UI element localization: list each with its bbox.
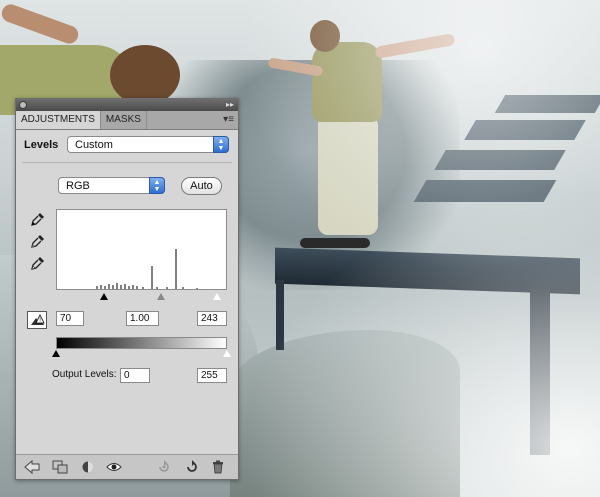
white-point-eyedropper-icon[interactable] [30, 255, 46, 271]
previous-state-icon[interactable] [156, 459, 172, 475]
tab-adjustments[interactable]: ADJUSTMENTS [16, 111, 101, 129]
select-arrows-icon: ▲ ▼ [213, 136, 229, 153]
panel-menu-icon[interactable]: ▾≡ [223, 114, 234, 125]
channel-select[interactable]: RGB ▲ ▼ [58, 177, 165, 194]
preset-value: Custom [75, 139, 113, 151]
clip-to-layer-icon[interactable] [52, 459, 68, 475]
eye-icon[interactable] [106, 459, 122, 475]
input-levels-slider[interactable] [56, 292, 227, 302]
clipping-warning-icon[interactable]: ! [27, 311, 47, 329]
panel-titlebar[interactable]: ▸▸ [16, 99, 238, 111]
back-arrow-icon[interactable] [24, 459, 40, 475]
channel-value: RGB [66, 180, 90, 192]
output-white-field[interactable]: 255 [197, 368, 227, 383]
levels-label: Levels [24, 139, 59, 151]
close-icon[interactable] [19, 101, 27, 109]
gray-point-eyedropper-icon[interactable] [30, 233, 46, 249]
black-output-handle[interactable] [52, 350, 60, 357]
white-output-handle[interactable] [222, 349, 232, 358]
tab-masks[interactable]: MASKS [101, 111, 147, 129]
panel-tabs: ADJUSTMENTS MASKS ▾≡ [16, 111, 238, 130]
input-black-field[interactable]: 70 [56, 311, 84, 326]
output-gradient [56, 337, 227, 349]
black-input-handle[interactable] [100, 293, 108, 300]
output-levels-label: Output Levels: [52, 369, 117, 380]
black-point-eyedropper-icon[interactable] [30, 211, 46, 227]
output-levels-slider[interactable] [52, 349, 232, 359]
collapse-icon[interactable]: ▸▸ [226, 100, 234, 110]
visibility-toggle-icon[interactable] [80, 459, 96, 475]
gamma-input-handle[interactable] [157, 293, 165, 300]
output-black-field[interactable]: 0 [120, 368, 150, 383]
preset-select[interactable]: Custom ▲ ▼ [67, 136, 229, 153]
panel-bottom-bar [16, 454, 238, 479]
white-input-handle[interactable] [212, 292, 222, 301]
trash-icon[interactable] [210, 459, 226, 475]
auto-button[interactable]: Auto [181, 177, 222, 195]
input-gamma-field[interactable]: 1.00 [126, 311, 159, 326]
divider [22, 162, 232, 163]
histogram [56, 209, 227, 290]
select-arrows-icon: ▲ ▼ [149, 177, 165, 194]
reset-icon[interactable] [184, 459, 200, 475]
adjustments-panel: ▸▸ ADJUSTMENTS MASKS ▾≡ Levels Custom ▲ ▼… [15, 98, 239, 480]
input-white-field[interactable]: 243 [197, 311, 227, 326]
